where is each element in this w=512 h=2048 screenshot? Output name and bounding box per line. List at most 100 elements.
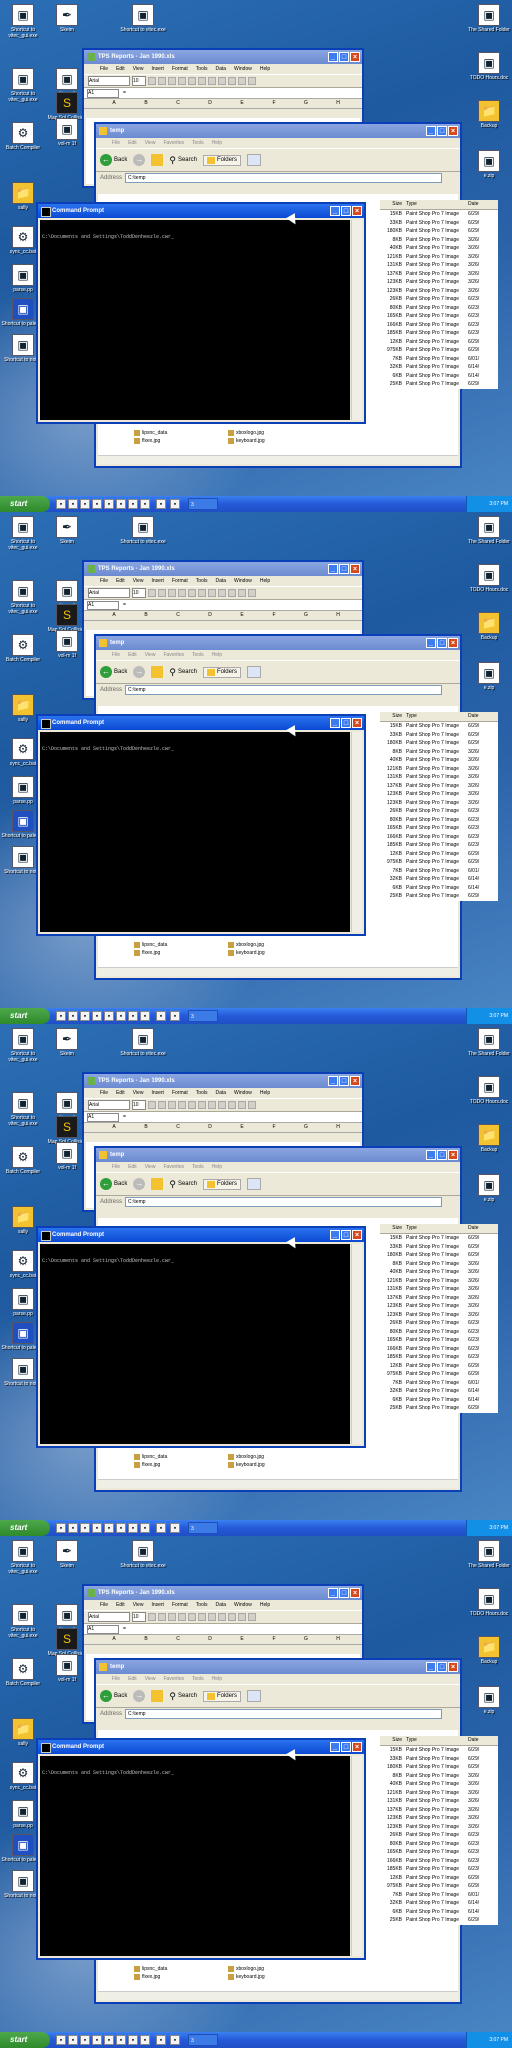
file-row[interactable]: 131KB Paint Shop Pro 7 Image 3/26/ xyxy=(380,773,498,782)
menu-item-edit[interactable]: Edit xyxy=(116,1600,125,1610)
maximize-icon[interactable]: □ xyxy=(341,206,351,216)
quick-launch-icon[interactable]: ▪ xyxy=(116,2035,126,2045)
up-folder-icon[interactable] xyxy=(151,1178,164,1190)
media-icon[interactable]: ▪ xyxy=(156,499,166,509)
command-prompt-window[interactable]: Command Prompt _ □ × C:\Documents and Se… xyxy=(36,202,366,424)
desktop-icon[interactable]: ▣ Shortcut to vitec_gui.exe xyxy=(0,4,46,39)
font-color-icon[interactable] xyxy=(248,1101,256,1109)
menu-item-data[interactable]: Data xyxy=(215,64,226,74)
column-header[interactable]: B xyxy=(130,99,162,108)
column-header[interactable]: G xyxy=(290,99,322,108)
quick-launch-icon[interactable]: ▪ xyxy=(80,1011,90,1021)
file-row[interactable]: 137KB Paint Shop Pro 7 Image 3/26/ xyxy=(380,1294,498,1303)
file-item[interactable]: keyboard.jpg xyxy=(228,1462,308,1468)
file-row[interactable]: 121KB Paint Shop Pro 7 Image 3/26/ xyxy=(380,253,498,262)
excel-title-bar[interactable]: TPS Reports - Jan 1990.xls _ □ × xyxy=(84,1074,362,1088)
file-item[interactable]: xboxlogo.jpg xyxy=(228,942,308,948)
file-item[interactable]: lipsnc_data xyxy=(134,430,214,436)
taskbar-button[interactable]: 3 xyxy=(188,1522,218,1534)
quick-launch-icon[interactable]: ▪ xyxy=(80,2035,90,2045)
quick-launch-icon[interactable]: ▪ xyxy=(104,1011,114,1021)
quick-launch-icon[interactable]: ▪ xyxy=(56,1011,66,1021)
file-row[interactable]: 26KB Paint Shop Pro 7 Image 6/23/ xyxy=(380,1831,498,1840)
file-item[interactable]: flxex.jpg xyxy=(134,950,214,956)
bold-icon[interactable] xyxy=(148,589,156,597)
ie-icon[interactable]: ▪ xyxy=(170,2035,180,2045)
date-column-header[interactable]: Date xyxy=(468,1736,494,1745)
cmd-console[interactable]: C:\Documents and Settings\ToddDenheezle.… xyxy=(40,1756,350,1956)
fill-color-icon[interactable] xyxy=(238,589,246,597)
file-row[interactable]: 32KB Paint Shop Pro 7 Image 6/14/ xyxy=(380,363,498,372)
italic-icon[interactable] xyxy=(158,1101,166,1109)
fill-color-icon[interactable] xyxy=(238,1101,246,1109)
name-box[interactable]: A1 xyxy=(87,1112,119,1122)
maximize-icon[interactable]: □ xyxy=(339,1588,349,1598)
desktop-icon[interactable]: 📁 Backup xyxy=(466,1124,512,1153)
search-button[interactable]: ⚲ Search xyxy=(169,667,197,678)
folders-button[interactable]: Folders xyxy=(202,154,241,166)
desktop-icon[interactable]: ▣ TODO Hours.doc xyxy=(466,564,512,593)
desktop-icon[interactable]: ▣ e.zip xyxy=(466,1174,512,1203)
file-row[interactable]: 131KB Paint Shop Pro 7 Image 3/26/ xyxy=(380,261,498,270)
bold-icon[interactable] xyxy=(148,77,156,85)
desktop-icon[interactable]: ▣ Shortcut to vitec_gui.exe xyxy=(0,1028,46,1063)
minimize-icon[interactable]: _ xyxy=(328,1076,338,1086)
minimize-icon[interactable]: _ xyxy=(328,52,338,62)
desktop-icon[interactable]: 📁 Backup xyxy=(466,100,512,129)
column-header[interactable]: D xyxy=(194,1635,226,1644)
file-row[interactable]: 40KB Paint Shop Pro 7 Image 3/26/ xyxy=(380,756,498,765)
italic-icon[interactable] xyxy=(158,77,166,85)
search-button[interactable]: ⚲ Search xyxy=(169,1691,197,1702)
file-row[interactable]: 25KB Paint Shop Pro 7 Image 6/29/ xyxy=(380,1916,498,1925)
currency-icon[interactable] xyxy=(208,1101,216,1109)
file-item[interactable]: xboxlogo.jpg xyxy=(228,1966,308,1972)
file-row[interactable]: 80KB Paint Shop Pro 7 Image 6/23/ xyxy=(380,304,498,313)
quick-launch-icon[interactable]: ▪ xyxy=(92,1523,102,1533)
column-header[interactable]: E xyxy=(226,1635,258,1644)
align-right-icon[interactable] xyxy=(198,77,206,85)
menu-item-file[interactable]: File xyxy=(112,1162,120,1172)
font-size-select[interactable]: 10 xyxy=(132,1612,146,1622)
command-prompt-window[interactable]: Command Prompt _ □ × C:\Documents and Se… xyxy=(36,1226,366,1448)
file-row[interactable]: 33KB Paint Shop Pro 7 Image 6/29/ xyxy=(380,731,498,740)
file-row[interactable]: 33KB Paint Shop Pro 7 Image 6/29/ xyxy=(380,1755,498,1764)
file-row[interactable]: 123KB Paint Shop Pro 7 Image 3/26/ xyxy=(380,790,498,799)
desktop-icon[interactable]: ▣ Shortcut to vitec_gui.exe xyxy=(0,68,46,103)
menu-item-favorites[interactable]: Favorites xyxy=(163,1162,184,1172)
bold-icon[interactable] xyxy=(148,1613,156,1621)
ie-icon[interactable]: ▪ xyxy=(170,1011,180,1021)
underline-icon[interactable] xyxy=(168,589,176,597)
file-row[interactable]: 121KB Paint Shop Pro 7 Image 3/26/ xyxy=(380,765,498,774)
close-icon[interactable]: × xyxy=(352,1742,362,1752)
file-row[interactable]: 975KB Paint Shop Pro 7 Image 6/29/ xyxy=(380,1882,498,1891)
quick-launch-icon[interactable]: ▪ xyxy=(140,2035,150,2045)
file-row[interactable]: 33KB Paint Shop Pro 7 Image 6/29/ xyxy=(380,219,498,228)
menu-item-help[interactable]: Help xyxy=(260,64,270,74)
align-center-icon[interactable] xyxy=(188,589,196,597)
column-header[interactable]: C xyxy=(162,611,194,620)
align-right-icon[interactable] xyxy=(198,1613,206,1621)
file-row[interactable]: 7KB Paint Shop Pro 7 Image 6/01/ xyxy=(380,1891,498,1900)
font-size-select[interactable]: 10 xyxy=(132,1100,146,1110)
menu-item-format[interactable]: Format xyxy=(172,1600,188,1610)
quick-launch-icon[interactable]: ▪ xyxy=(104,499,114,509)
search-button[interactable]: ⚲ Search xyxy=(169,1179,197,1190)
quick-launch-icon[interactable]: ▪ xyxy=(128,499,138,509)
bold-icon[interactable] xyxy=(148,1101,156,1109)
forward-arrow-icon[interactable]: → xyxy=(133,1690,146,1702)
quick-launch-icon[interactable]: ▪ xyxy=(92,1011,102,1021)
align-left-icon[interactable] xyxy=(178,1101,186,1109)
currency-icon[interactable] xyxy=(208,77,216,85)
date-column-header[interactable]: Date xyxy=(468,1224,494,1233)
type-column-header[interactable]: Type xyxy=(406,1736,468,1745)
align-left-icon[interactable] xyxy=(178,1613,186,1621)
column-header[interactable]: B xyxy=(130,1123,162,1132)
file-row[interactable]: 7KB Paint Shop Pro 7 Image 6/01/ xyxy=(380,1379,498,1388)
media-icon[interactable]: ▪ xyxy=(156,2035,166,2045)
file-row[interactable]: 185KB Paint Shop Pro 7 Image 6/23/ xyxy=(380,1865,498,1874)
file-row[interactable]: 166KB Paint Shop Pro 7 Image 6/23/ xyxy=(380,833,498,842)
menu-item-edit[interactable]: Edit xyxy=(116,64,125,74)
explorer-title-bar[interactable]: temp _ □ × xyxy=(96,124,460,138)
close-icon[interactable]: × xyxy=(352,1230,362,1240)
views-icon[interactable] xyxy=(246,1178,261,1190)
